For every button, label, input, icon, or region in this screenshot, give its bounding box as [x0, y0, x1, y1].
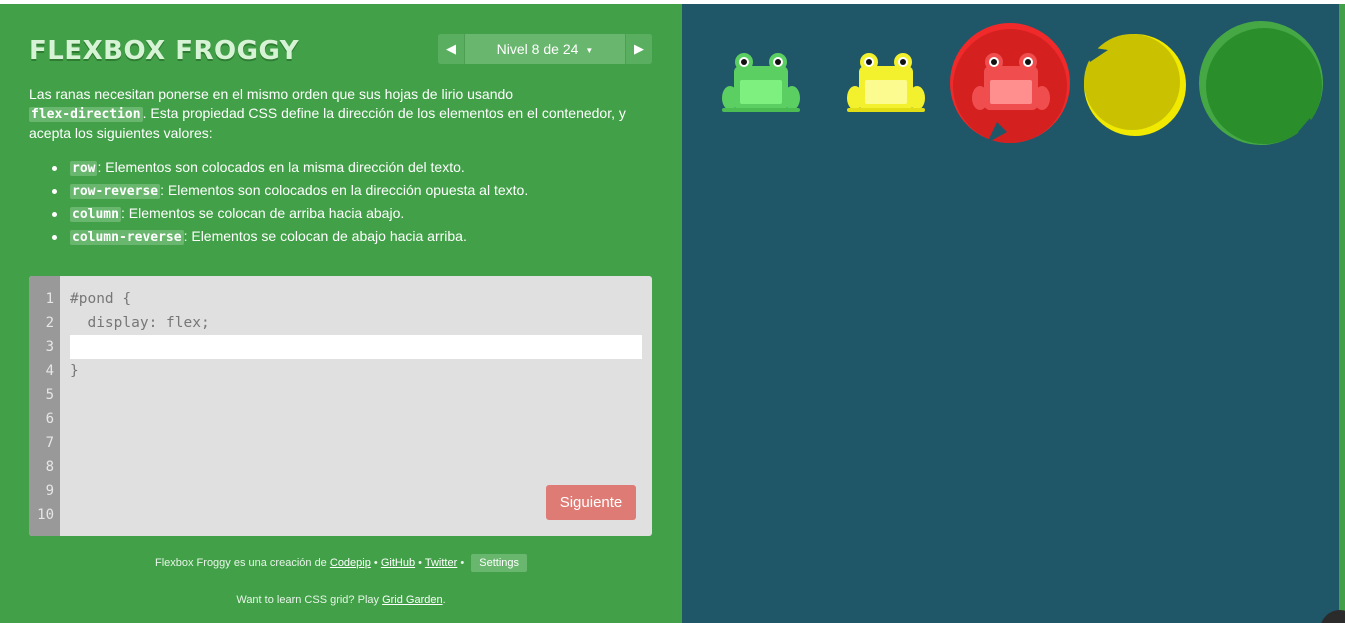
separator: •	[460, 557, 465, 569]
grid-garden-promo: Want to learn CSS grid? Play Grid Garden…	[0, 594, 682, 606]
level-label: Nivel 8 de 24	[496, 41, 579, 57]
list-item: row-reverse: Elementos son colocados en …	[52, 180, 652, 203]
code-line-selector: #pond {	[70, 291, 132, 307]
level-navigation: ◀ Nivel 8 de 24 ▼ ▶	[438, 34, 652, 64]
line-number: 1	[45, 291, 54, 307]
line-number: 8	[45, 459, 54, 475]
list-item: row: Elementos son colocados en la misma…	[52, 157, 652, 180]
value-description: : Elementos son colocados en la direcció…	[160, 182, 529, 198]
settings-button[interactable]: Settings	[471, 554, 528, 572]
caret-down-icon: ▼	[585, 45, 594, 55]
list-item: column: Elementos se colocan de arriba h…	[52, 203, 652, 226]
separator: •	[373, 557, 378, 569]
instructions-intro: Las ranas necesitan ponerse en el mismo …	[29, 86, 514, 102]
promo-suffix: .	[442, 594, 446, 606]
line-number: 3	[45, 339, 54, 355]
code-line-close: }	[70, 363, 79, 379]
frog-green	[722, 53, 800, 112]
triangle-right-icon: ▶	[634, 41, 644, 56]
line-number-gutter: 1 2 3 4 5 6 7 8 9 10	[29, 276, 60, 536]
line-number: 5	[45, 387, 54, 403]
line-number: 4	[45, 363, 54, 379]
triangle-left-icon: ◀	[446, 41, 456, 56]
value-keyword: column-reverse	[70, 230, 184, 245]
sidebar: FLEXBOX FROGGY ◀ Nivel 8 de 24 ▼ ▶ Las r…	[0, 4, 682, 623]
separator: •	[418, 557, 423, 569]
code-area: #pond { display: flex; }	[70, 290, 642, 386]
value-description: : Elementos se colocan de arriba hacia a…	[120, 205, 405, 221]
list-item: column-reverse: Elementos se colocan de …	[52, 226, 652, 249]
line-number: 10	[37, 507, 54, 523]
css-input[interactable]	[70, 335, 642, 359]
credits: Flexbox Froggy es una creación de Codepi…	[0, 554, 682, 572]
instructions-text: Las ranas necesitan ponerse en el mismo …	[29, 85, 659, 143]
css-editor: 1 2 3 4 5 6 7 8 9 10 #pond { display: fl…	[29, 276, 652, 536]
twitter-link[interactable]: Twitter	[425, 557, 457, 569]
line-number: 2	[45, 315, 54, 331]
level-dropdown[interactable]: Nivel 8 de 24 ▼	[465, 34, 625, 64]
lilypad-green	[1199, 21, 1323, 145]
next-button[interactable]: Siguiente	[546, 485, 636, 520]
line-number: 9	[45, 483, 54, 499]
lilypad-yellow	[1082, 34, 1186, 136]
line-number: 7	[45, 435, 54, 451]
values-list: row: Elementos son colocados en la misma…	[52, 157, 652, 249]
github-link[interactable]: GitHub	[381, 557, 415, 569]
value-description: : Elementos se colocan de abajo hacia ar…	[183, 228, 467, 244]
promo-text: Want to learn CSS grid? Play	[236, 594, 379, 606]
next-level-button[interactable]: ▶	[625, 34, 652, 64]
value-description: : Elementos son colocados en la misma di…	[97, 159, 465, 175]
window-edge	[1339, 4, 1345, 623]
property-keyword: flex-direction	[29, 107, 143, 122]
value-keyword: row-reverse	[70, 184, 161, 199]
frog-yellow	[847, 53, 925, 112]
codepip-link[interactable]: Codepip	[330, 557, 371, 569]
previous-level-button[interactable]: ◀	[438, 34, 465, 64]
pond	[682, 4, 1339, 623]
grid-garden-link[interactable]: Grid Garden	[382, 594, 443, 606]
credits-text: Flexbox Froggy es una creación de	[154, 557, 327, 569]
value-keyword: row	[70, 161, 98, 176]
frog-red	[972, 53, 1050, 110]
app-title: FLEXBOX FROGGY	[29, 36, 300, 66]
line-number: 6	[45, 411, 54, 427]
value-keyword: column	[70, 207, 121, 222]
